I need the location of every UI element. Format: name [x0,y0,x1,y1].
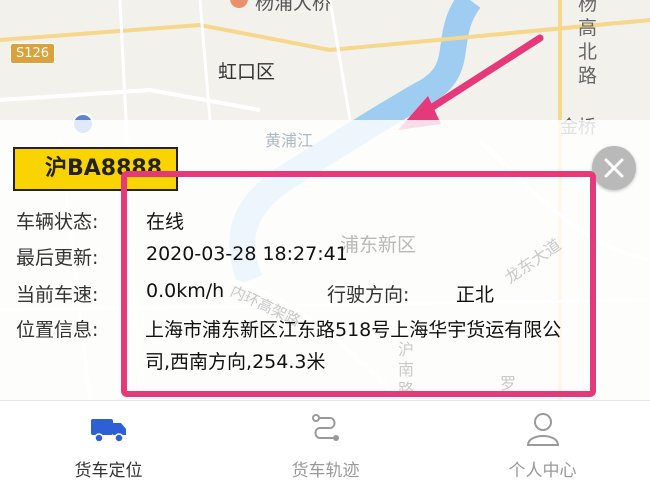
tab-label: 货车定位 [74,461,143,481]
person-icon [526,413,559,446]
tab-truck-location[interactable]: 货车定位 [0,401,217,487]
route-icon [311,414,339,441]
bottom-tab-bar: 货车定位 货车轨迹 个人中心 [0,400,650,487]
speed-value: 0.0km/h [146,280,225,302]
map-label-river: 黄浦江 [265,131,314,150]
update-label: 最后更新: [16,247,99,269]
location-value: 上海市浦东新区江东路518号上海华宇货运有限公司,西南方向,254.3米 [145,319,562,373]
license-plate: 沪BA8888 [13,147,178,191]
tab-label: 货车轨迹 [291,461,360,481]
speed-label: 当前车速: [16,284,99,306]
close-icon [604,158,624,178]
map-label-hongkou: 虹口区 [218,61,276,83]
close-button[interactable] [592,146,636,190]
map-label-yangpu-bridge: 杨浦大桥 [255,0,332,14]
tab-truck-track[interactable]: 货车轨迹 [217,401,434,487]
status-value: 在线 [146,211,185,233]
truck-icon [90,419,126,443]
status-label: 车辆状态: [16,211,99,233]
tab-label: 个人中心 [508,461,577,481]
map-label-pudong: 浦东新区 [340,234,417,256]
update-value: 2020-03-28 18:27:41 [146,243,348,265]
map-label-yanggao: 杨高北路 [578,0,598,87]
direction-value: 正北 [456,284,495,306]
location-label: 位置信息: [16,319,99,341]
tab-profile[interactable]: 个人中心 [434,401,650,487]
road-badge: S126 [10,43,56,64]
direction-label: 行驶方向: [327,284,410,306]
